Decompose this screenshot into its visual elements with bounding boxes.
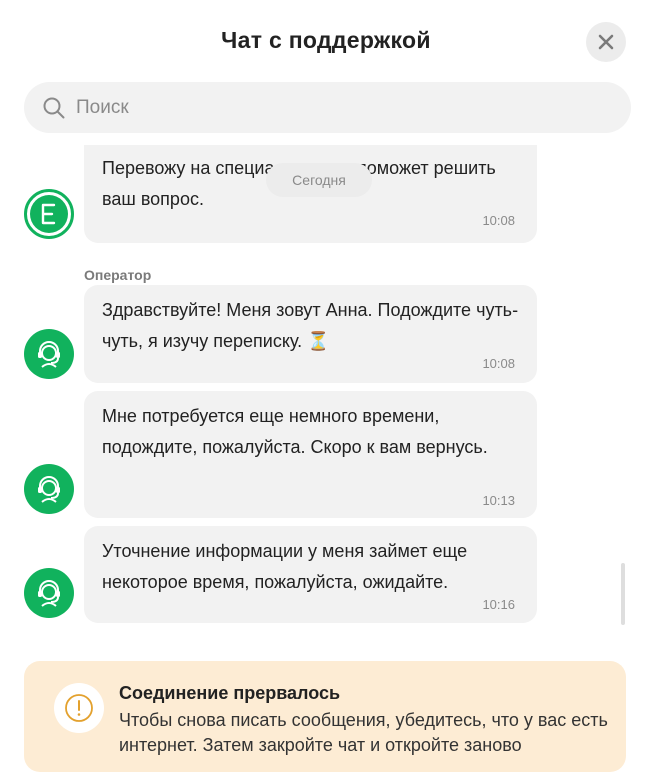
operator-avatar <box>24 329 74 379</box>
message-time: 10:08 <box>482 213 515 228</box>
chat-messages[interactable]: Перевожу на специалиста, он поможет реши… <box>0 145 652 625</box>
search-input[interactable] <box>76 82 616 133</box>
message-bubble: Уточнение информации у меня займет еще н… <box>84 526 537 623</box>
e-letter-glyph <box>41 203 56 225</box>
notice-title: Соединение прервалось <box>119 683 341 703</box>
message-bubble: Мне потребуется еще немного времени, под… <box>84 391 537 518</box>
operator-avatar <box>24 568 74 618</box>
search-bar[interactable] <box>24 82 631 133</box>
message-text: Здравствуйте! Меня зовут Анна. Подождите… <box>102 295 519 357</box>
sender-label: Оператор <box>84 267 152 283</box>
close-button[interactable] <box>586 22 626 62</box>
search-icon <box>43 97 65 119</box>
headset-operator-icon <box>38 580 60 607</box>
chat-header: Чат с поддержкой <box>0 0 652 82</box>
date-separator: Сегодня <box>266 163 372 197</box>
warning-icon <box>65 694 93 722</box>
chat-scrollbar[interactable] <box>621 563 625 625</box>
e-logo-icon <box>30 195 68 233</box>
headset-operator-icon <box>38 476 60 503</box>
warning-icon-container <box>54 683 104 733</box>
close-icon <box>598 34 614 50</box>
operator-avatar <box>24 464 74 514</box>
page-title: Чат с поддержкой <box>221 27 431 53</box>
message-text: Уточнение информации у меня займет еще н… <box>102 541 468 592</box>
message-bubble: Здравствуйте! Меня зовут Анна. Подождите… <box>84 285 537 383</box>
message-text: Мне потребуется еще немного времени, под… <box>102 406 488 457</box>
message-time: 10:08 <box>482 356 515 371</box>
bot-avatar <box>24 189 74 239</box>
headset-operator-icon <box>38 341 60 368</box>
message-time: 10:13 <box>482 493 515 508</box>
hourglass-emoji: ⏳ <box>307 331 330 351</box>
notice-text: Чтобы снова писать сообщения, убедитесь,… <box>119 710 608 755</box>
message-time: 10:16 <box>482 597 515 612</box>
connection-lost-notice: Соединение прервалось Чтобы снова писать… <box>24 661 626 772</box>
